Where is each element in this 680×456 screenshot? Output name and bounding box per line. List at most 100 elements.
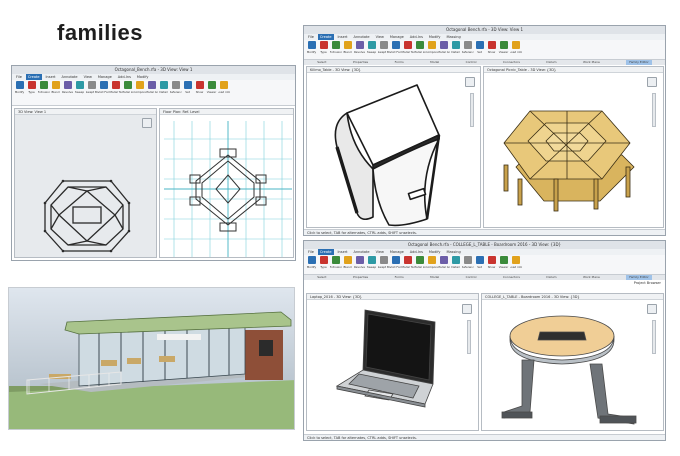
ribbon-button-show[interactable]: Show	[486, 41, 497, 54]
ribbon-button-show[interactable]: Show	[486, 256, 497, 269]
viewport-picnic-table[interactable]: Octagonal Picnic_Table - 3D View: {3D}	[483, 66, 664, 228]
ribbon-button-type[interactable]: Type	[318, 41, 329, 54]
ribbon-button-label: Set	[185, 90, 190, 94]
ribbon-button-model-text[interactable]: Model Text	[402, 256, 414, 269]
ribbon-button-type[interactable]: Type	[26, 81, 37, 94]
tool-icon	[379, 256, 388, 264]
ribbon-button-revolve[interactable]: Revolve	[354, 256, 365, 269]
ribbon-button-blend[interactable]: Blend	[50, 81, 61, 94]
project-browser-label[interactable]: Project Browser	[634, 281, 661, 285]
ribbon-button-label: Type	[320, 265, 327, 269]
ribbon-button-label: Model Text	[401, 50, 414, 54]
ribbon-button-model-group[interactable]: Model Group	[438, 41, 450, 54]
ribbon-button-swept-blend[interactable]: Swept Blend	[378, 256, 390, 269]
ribbon-button-label: Component	[133, 90, 146, 94]
ribbon-button-label: Type	[320, 50, 327, 54]
ribbon-button-model-line[interactable]: Model Line	[122, 81, 134, 94]
ribbon-button-detail[interactable]: Detail	[158, 81, 169, 94]
ribbon-button-set[interactable]: Set	[182, 81, 193, 94]
viewport-plan[interactable]: Floor Plan: Ref. Level	[159, 108, 294, 258]
ribbon-button-label: Type	[28, 90, 35, 94]
ribbon-button-set[interactable]: Set	[474, 41, 485, 54]
ribbon-button-detail[interactable]: Detail	[450, 41, 461, 54]
ribbon-button-blend[interactable]: Blend	[342, 41, 353, 54]
viewport-3d[interactable]: 3D View: View 1	[14, 108, 157, 258]
ribbon-button-swept-blend[interactable]: Swept Blend	[378, 41, 390, 54]
tool-icon	[475, 41, 484, 49]
ribbon-button-modify[interactable]: Modify	[306, 256, 317, 269]
ribbon-button-reference-plane[interactable]: Reference Plane	[462, 41, 474, 54]
ribbon-button-modify[interactable]: Modify	[306, 41, 317, 54]
ribbon-button-label: Revolve	[353, 50, 366, 54]
ribbon-button-type[interactable]: Type	[318, 256, 329, 269]
ribbon-button-label: Reference Plane	[461, 265, 474, 269]
ribbon-button-model-line[interactable]: Model Line	[414, 41, 426, 54]
ribbon-button-sweep[interactable]: Sweep	[366, 256, 377, 269]
ribbon-button-label: Sweep	[74, 90, 85, 94]
ribbon-button-label: Sweep	[366, 265, 377, 269]
viewport-kilimo-table[interactable]: Kilimo_Table - 3D View: {3D}	[306, 66, 481, 228]
ribbon-button-model-text[interactable]: Model Text	[401, 41, 414, 54]
ribbon-button-label: Viewer	[206, 90, 217, 94]
tool-icon	[123, 81, 132, 89]
ribbon-button-viewer[interactable]: Viewer	[498, 41, 509, 54]
tool-icon	[219, 81, 228, 89]
octagonal-picnic-table-drawing	[503, 110, 635, 212]
tool-icon	[415, 41, 424, 49]
tool-icon	[403, 256, 412, 264]
tool-icon	[87, 81, 96, 89]
ribbon-button-viewer[interactable]: Viewer	[206, 81, 217, 94]
ribbon-button-set[interactable]: Set	[474, 256, 485, 269]
ribbon-button-void-forms[interactable]: Void Forms	[390, 256, 402, 269]
status-bar: Click to select, TAB for alternates, CTR…	[304, 434, 665, 440]
ribbon-button-label: Modify	[306, 50, 317, 54]
ribbon-group-control: Control	[465, 275, 477, 279]
tool-icon	[343, 256, 352, 264]
ribbon-button-extrusion[interactable]: Extrusion	[38, 81, 50, 94]
ribbon-button-show[interactable]: Show	[194, 81, 205, 94]
tool-icon	[391, 41, 400, 49]
ribbon-button-component[interactable]: Component	[133, 81, 146, 94]
viewport-laptop[interactable]: Laptop_2016 - 3D View: {3D}	[306, 293, 479, 431]
ribbon-button-void-forms[interactable]: Void Forms	[389, 41, 402, 54]
ribbon-button-revolve[interactable]: Revolve	[354, 41, 365, 54]
tool-icon	[367, 256, 376, 264]
ribbon-button-load-into-project[interactable]: Load into Project	[510, 41, 522, 54]
ribbon-button-model-line[interactable]: Model Line	[413, 256, 426, 269]
ribbon-button-void-forms[interactable]: Void Forms	[98, 81, 110, 94]
ribbon-button-label: Void Forms	[389, 50, 402, 54]
ribbon-button-label: Reference Plane	[169, 90, 182, 94]
tool-icon	[499, 41, 508, 49]
viewport-boardroom-table[interactable]: COLLEGE_L_TABLE - Boardroom 2016 - 3D Vi…	[481, 293, 664, 431]
ribbon-button-reference-plane[interactable]: Reference Plane	[169, 81, 182, 94]
ribbon-button-model-group[interactable]: Model Group	[438, 256, 450, 269]
ribbon-button-label: Model Line	[413, 265, 426, 269]
ribbon-button-blend[interactable]: Blend	[342, 256, 353, 269]
ribbon-button-model-text[interactable]: Model Text	[110, 81, 122, 94]
ribbon-button-extrusion[interactable]: Extrusion	[330, 41, 342, 54]
tool-icon	[319, 41, 328, 49]
ribbon: Modify Type Extrusion Blend Revolve Sweep Swep…	[304, 40, 665, 60]
ribbon-button-modify[interactable]: Modify	[14, 81, 25, 94]
ribbon-button-extrusion[interactable]: Extrusion	[330, 256, 342, 269]
ribbon-button-load-into-project[interactable]: Load into Project	[218, 81, 230, 94]
tool-icon	[415, 256, 424, 264]
ribbon-button-load-into-project[interactable]: Load into Project	[510, 256, 522, 269]
ribbon-button-model-group[interactable]: Model Group	[146, 81, 158, 94]
ribbon-button-viewer[interactable]: Viewer	[498, 256, 509, 269]
ribbon-button-revolve[interactable]: Revolve	[62, 81, 73, 94]
tool-icon	[451, 41, 460, 49]
tool-icon	[379, 41, 388, 49]
ribbon-button-detail[interactable]: Detail	[450, 256, 461, 269]
ribbon-button-label: Revolve	[61, 90, 74, 94]
ribbon-button-swept-blend[interactable]: Swept Blend	[86, 81, 98, 94]
ribbon-group-select: Select	[317, 60, 327, 64]
ribbon: Modify Type Extrusion Blend Revolve Sweep Swep…	[12, 80, 295, 106]
ribbon-button-component[interactable]: Component	[426, 41, 438, 54]
ribbon-button-component[interactable]: Component	[426, 256, 438, 269]
window-title: Octagonal Bench.rfa - COLLEGE_L_TABLE - …	[304, 241, 665, 249]
ribbon-button-sweep[interactable]: Sweep	[74, 81, 85, 94]
ribbon-button-reference-plane[interactable]: Reference Plane	[461, 256, 474, 269]
ribbon-button-label: Show	[487, 50, 496, 54]
ribbon-button-sweep[interactable]: Sweep	[366, 41, 377, 54]
